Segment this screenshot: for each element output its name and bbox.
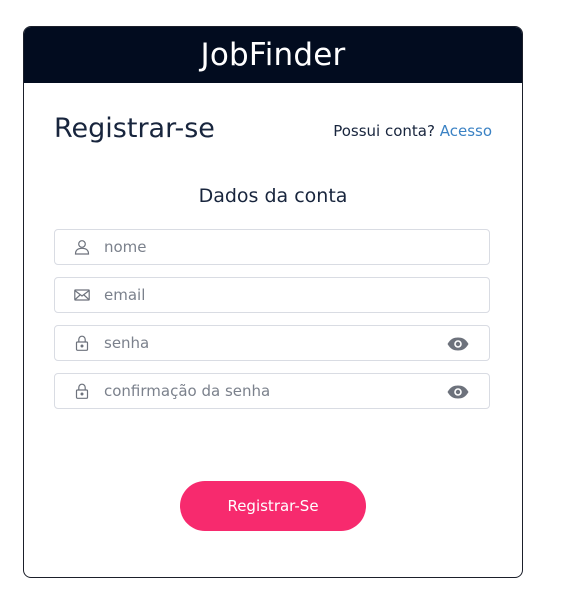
user-icon (74, 239, 90, 255)
eye-icon[interactable] (447, 336, 469, 351)
login-question: Possui conta? (333, 122, 435, 140)
envelope-icon (74, 287, 90, 303)
section-title: Dados da conta (198, 185, 348, 207)
email-input[interactable] (104, 278, 489, 312)
lock-icon (74, 335, 90, 351)
password-confirm-field[interactable] (54, 373, 490, 409)
brand-header: JobFinder (24, 27, 522, 83)
brand-title: JobFinder (200, 37, 346, 73)
login-hint: Possui conta? Acesso (333, 122, 492, 140)
eye-icon[interactable] (447, 384, 469, 399)
heading-row: Registrar-se Possui conta? Acesso (54, 113, 492, 144)
password-field[interactable] (54, 325, 490, 361)
password-input[interactable] (104, 326, 447, 360)
name-input[interactable] (104, 230, 489, 264)
page-title: Registrar-se (54, 113, 215, 144)
register-card: JobFinder Registrar-se Possui conta? Ace… (23, 26, 523, 578)
password-confirm-input[interactable] (104, 374, 447, 408)
login-link[interactable]: Acesso (440, 122, 492, 140)
lock-icon (74, 383, 90, 399)
register-button[interactable]: Registrar-Se (180, 481, 366, 531)
email-field[interactable] (54, 277, 490, 313)
name-field[interactable] (54, 229, 490, 265)
